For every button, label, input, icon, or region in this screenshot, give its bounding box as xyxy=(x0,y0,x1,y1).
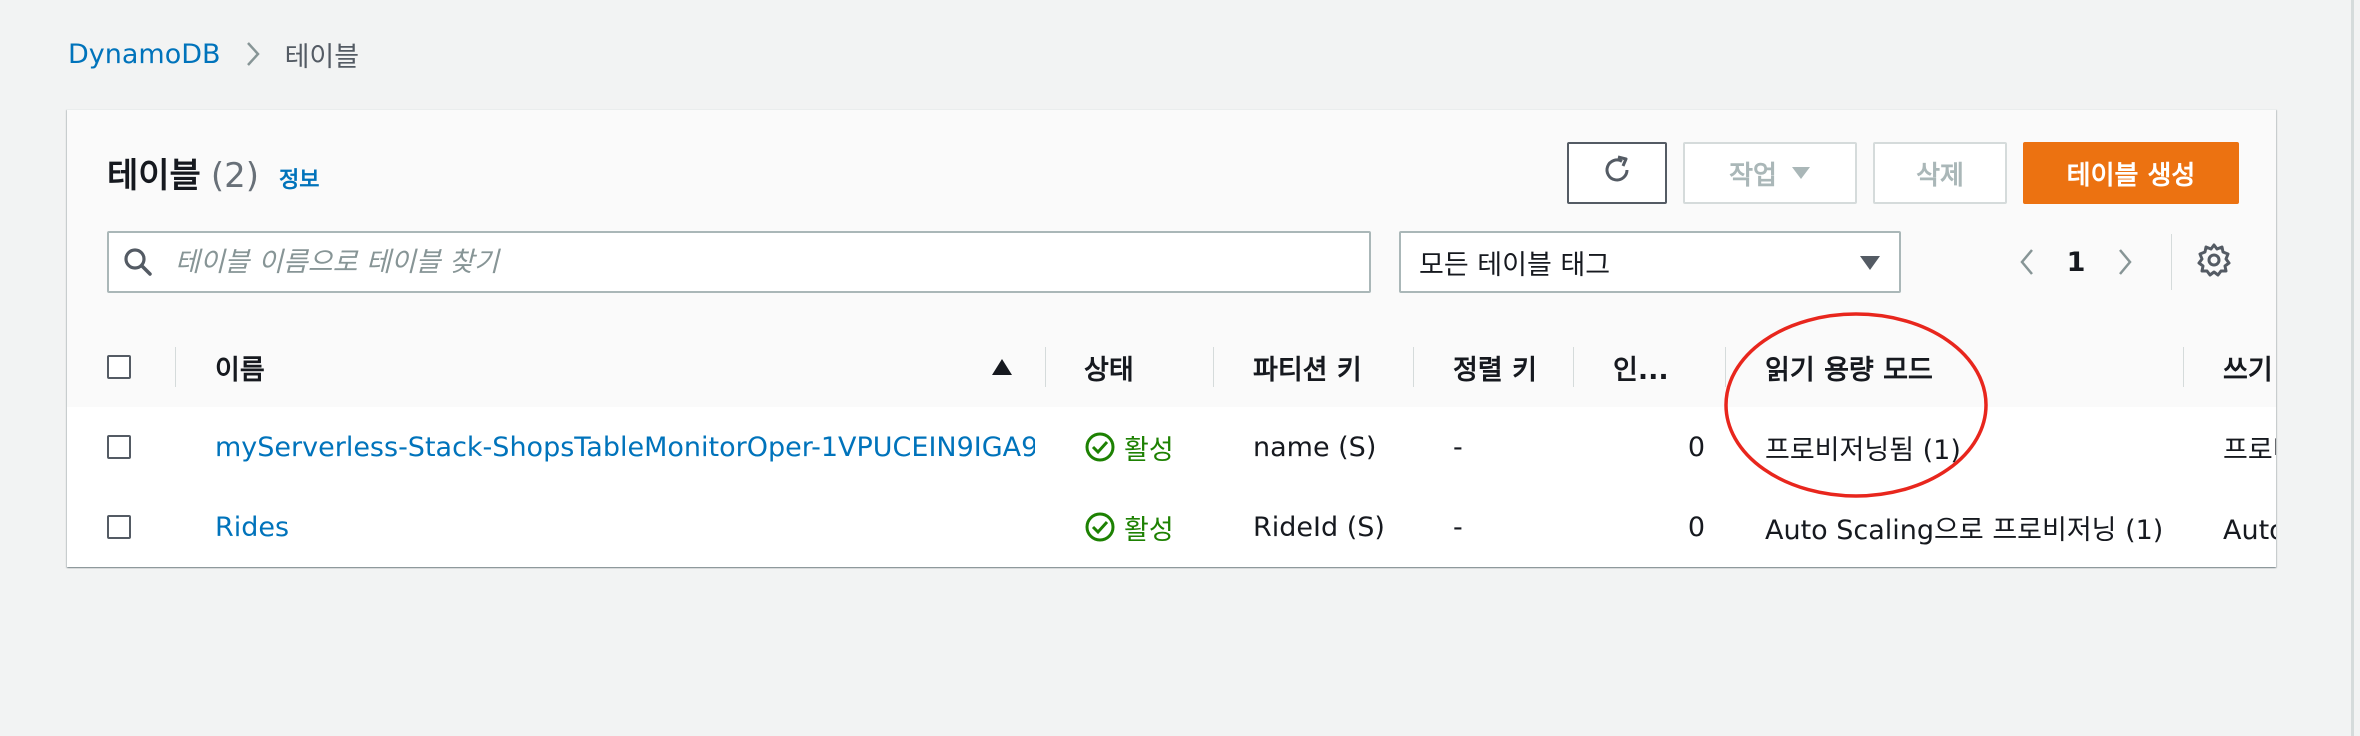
status-text: 활성 xyxy=(1124,514,1174,546)
current-page-number[interactable]: 1 xyxy=(2049,247,2103,278)
row-select-cell xyxy=(107,407,147,487)
info-link[interactable]: 정보 xyxy=(279,162,319,194)
status-cell: 활성 xyxy=(1084,407,1209,487)
previous-page-button[interactable] xyxy=(2005,240,2049,284)
read-capacity-mode-cell: Auto Scaling으로 프로비저닝 (1) xyxy=(1765,514,2164,546)
table-header: 이름 상태 파티션 키 정렬 키 인... 읽기 용량 모드 쓰기 xyxy=(67,327,2276,408)
check-circle-icon xyxy=(1085,512,1115,542)
breadcrumb-dynamodb-link[interactable]: DynamoDB xyxy=(68,39,221,70)
write-capacity-mode-cell: Auto Scaling으로 프로비저닝 (1) xyxy=(2223,514,2276,546)
window-edge xyxy=(2351,0,2354,736)
tables-panel: 테이블 (2) 정보 작업 삭제 테이블 생성 테이블 이름으로 테이블 찾기 … xyxy=(67,109,2276,567)
row-select-cell xyxy=(107,487,147,567)
sort-key-cell: - xyxy=(1453,511,1463,543)
row-checkbox[interactable] xyxy=(107,515,131,539)
table-row: Rides 활성 RideId (S) - 0 Auto Scaling으로 프… xyxy=(67,487,2276,567)
tag-filter-value: 모든 테이블 태그 xyxy=(1419,249,1611,281)
actions-dropdown-button[interactable]: 작업 xyxy=(1683,142,1857,204)
page-title: 테이블 xyxy=(107,156,201,196)
column-separator xyxy=(1725,347,1726,387)
sort-ascending-icon[interactable] xyxy=(991,327,1021,407)
refresh-button[interactable] xyxy=(1567,142,1667,204)
table-name-link[interactable]: Rides xyxy=(215,487,1035,567)
preferences-button[interactable] xyxy=(2193,241,2235,283)
gear-icon xyxy=(2196,242,2232,282)
column-header-partition-key[interactable]: 파티션 키 xyxy=(1253,327,1403,407)
select-all-cell xyxy=(107,327,147,407)
read-capacity-mode-cell: 프로비저닝됨 (1) xyxy=(1765,434,1961,466)
indexes-cell: 0 xyxy=(1687,431,1705,463)
create-table-button[interactable]: 테이블 생성 xyxy=(2023,142,2239,204)
caret-down-icon xyxy=(1791,166,1811,180)
row-checkbox[interactable] xyxy=(107,435,131,459)
table-row: myServerless-Stack-ShopsTableMonitorOper… xyxy=(67,407,2276,488)
refresh-icon xyxy=(1600,153,1634,194)
partition-key-cell: RideId (S) xyxy=(1253,511,1385,543)
column-header-name[interactable]: 이름 xyxy=(215,327,685,407)
column-header-indexes[interactable]: 인... xyxy=(1613,327,1703,407)
write-capacity-mode-cell: 프로비저닝됨 (1) xyxy=(2223,434,2276,466)
delete-button[interactable]: 삭제 xyxy=(1873,142,2007,204)
next-page-button[interactable] xyxy=(2103,240,2147,284)
column-separator xyxy=(1045,347,1046,387)
actions-label: 작업 xyxy=(1729,160,1777,191)
caret-down-icon xyxy=(1859,247,1881,278)
search-input[interactable] xyxy=(173,245,1327,279)
breadcrumb-current: 테이블 xyxy=(284,41,360,73)
table-name-link[interactable]: myServerless-Stack-ShopsTableMonitorOper… xyxy=(215,407,1035,487)
search-field xyxy=(107,231,1371,293)
column-header-write-capacity-mode[interactable]: 쓰기 xyxy=(2223,327,2276,407)
column-header-sort-key[interactable]: 정렬 키 xyxy=(1453,327,1553,407)
tag-filter-select[interactable]: 모든 테이블 태그 xyxy=(1399,231,1901,293)
select-all-checkbox[interactable] xyxy=(107,355,131,379)
panel-title-group: 테이블 (2) 정보 xyxy=(107,148,320,197)
panel-header: 테이블 (2) 정보 작업 삭제 테이블 생성 테이블 이름으로 테이블 찾기 … xyxy=(67,110,2276,328)
indexes-cell: 0 xyxy=(1687,511,1705,543)
table-count: (2) xyxy=(210,156,260,196)
column-header-status[interactable]: 상태 xyxy=(1084,327,1214,407)
chevron-right-icon xyxy=(245,40,261,68)
breadcrumb: DynamoDB 테이블 xyxy=(68,34,359,74)
status-text: 활성 xyxy=(1124,434,1174,466)
column-separator xyxy=(1213,347,1214,387)
column-separator xyxy=(1413,347,1414,387)
check-circle-icon xyxy=(1085,432,1115,462)
divider xyxy=(2171,234,2172,290)
column-separator xyxy=(2183,347,2184,387)
column-header-read-capacity-mode[interactable]: 읽기 용량 모드 xyxy=(1765,327,2065,407)
sort-key-cell: - xyxy=(1453,431,1463,463)
status-cell: 활성 xyxy=(1084,487,1209,567)
pagination: 1 xyxy=(2005,240,2147,284)
partition-key-cell: name (S) xyxy=(1253,431,1377,463)
column-separator xyxy=(1573,347,1574,387)
column-separator xyxy=(175,347,176,387)
search-icon xyxy=(123,247,159,277)
